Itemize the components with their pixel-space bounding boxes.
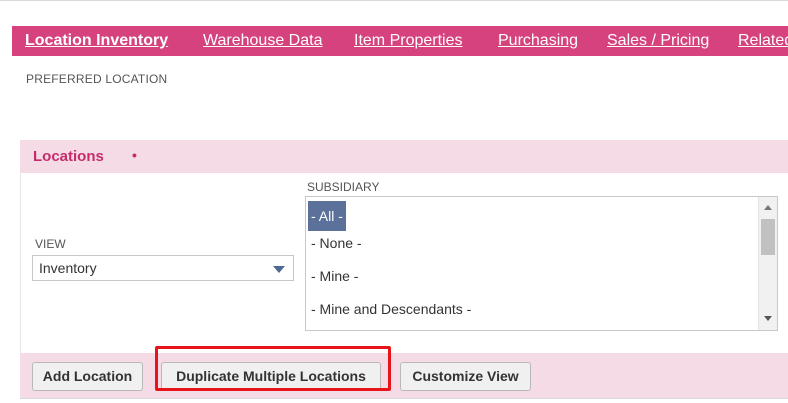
scroll-down-icon[interactable] — [764, 316, 772, 321]
subsidiary-option-none[interactable]: - None - — [308, 228, 365, 258]
locations-title: Locations — [33, 148, 104, 165]
tab-related[interactable]: Related — [738, 26, 788, 56]
view-select-value: Inventory — [39, 260, 97, 276]
subsidiary-listbox[interactable]: - All - - None - - Mine - - Mine and Des… — [305, 196, 778, 331]
subtab-bar: Location Inventory Warehouse Data Item P… — [12, 26, 788, 56]
preferred-location-label: PREFERRED LOCATION — [26, 72, 168, 86]
customize-view-button[interactable]: Customize View — [400, 362, 531, 391]
top-divider — [0, 0, 788, 1]
add-location-button[interactable]: Add Location — [32, 362, 143, 391]
listbox-scrollbar[interactable] — [758, 197, 777, 330]
subsidiary-option-mine[interactable]: - Mine - — [308, 261, 361, 291]
view-label: VIEW — [35, 237, 66, 251]
tab-purchasing[interactable]: Purchasing — [498, 26, 578, 56]
view-select[interactable]: Inventory — [32, 255, 294, 281]
chevron-down-icon — [273, 266, 285, 273]
tab-location-inventory[interactable]: Location Inventory — [25, 26, 168, 56]
scroll-up-icon[interactable] — [764, 205, 772, 210]
required-marker: • — [132, 147, 137, 163]
duplicate-multiple-locations-button[interactable]: Duplicate Multiple Locations — [161, 362, 381, 391]
tab-item-properties[interactable]: Item Properties — [354, 26, 462, 56]
bottom-divider — [20, 398, 788, 399]
tab-sales-pricing[interactable]: Sales / Pricing — [607, 26, 709, 56]
subsidiary-label: SUBSIDIARY — [307, 180, 380, 194]
subsidiary-option-all[interactable]: - All - — [308, 201, 346, 231]
tab-warehouse-data[interactable]: Warehouse Data — [203, 26, 322, 56]
subsidiary-option-mine-and-descendants[interactable]: - Mine and Descendants - — [308, 294, 474, 324]
locations-section-header: Locations • — [20, 140, 788, 173]
scroll-thumb[interactable] — [761, 219, 775, 255]
